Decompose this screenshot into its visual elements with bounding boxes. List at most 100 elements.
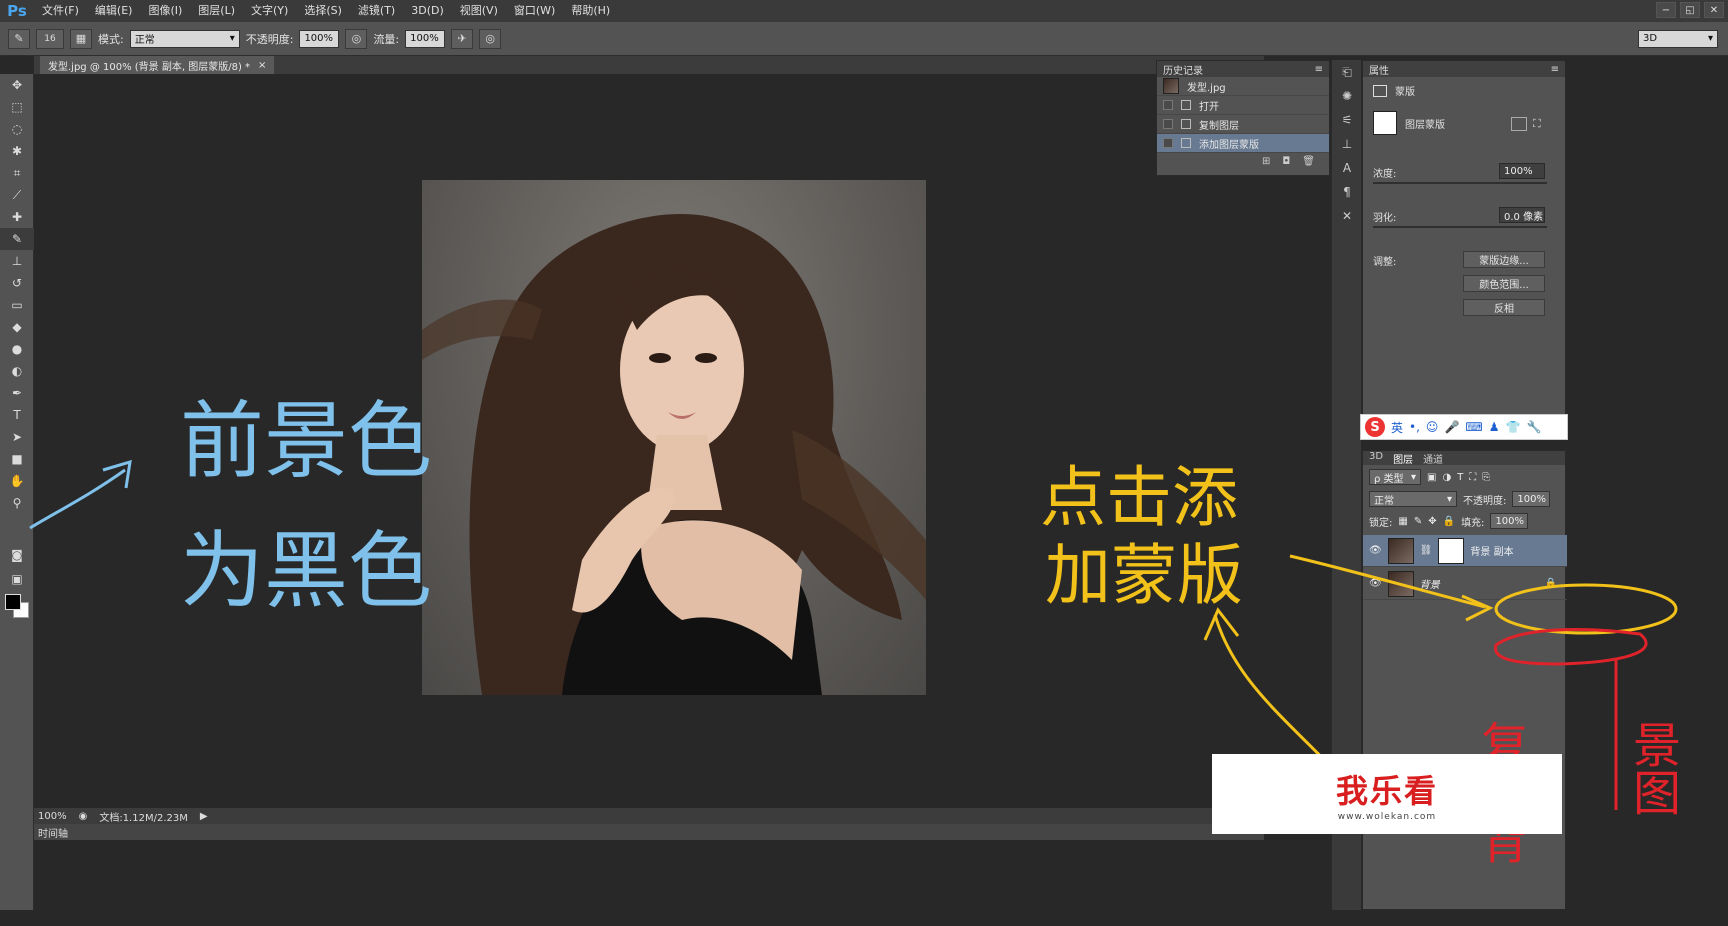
hand-tool-icon[interactable]: ✋ xyxy=(0,470,34,492)
menu-layer[interactable]: 图层(L) xyxy=(190,0,243,22)
menu-edit[interactable]: 编辑(E) xyxy=(87,0,141,22)
shape-tool-icon[interactable]: ■ xyxy=(0,448,34,470)
keyboard-icon[interactable]: ⌨ xyxy=(1465,420,1482,434)
invert-button[interactable]: 反相 xyxy=(1463,299,1545,316)
filter-adjust-icon[interactable]: ◑ xyxy=(1442,472,1451,483)
quick-select-tool-icon[interactable]: ✱ xyxy=(0,140,34,162)
brush-tool-preset-icon[interactable]: ✎ xyxy=(8,28,30,49)
document-tab[interactable]: 发型.jpg @ 100% (背景 副本, 图层蒙版/8) * × xyxy=(40,56,275,74)
blend-mode-select[interactable]: 正常 ▾ xyxy=(1369,491,1457,507)
dodge-tool-icon[interactable]: ◐ xyxy=(0,360,34,382)
close-window-button[interactable]: ✕ xyxy=(1704,2,1724,18)
type-tool-icon[interactable]: T xyxy=(0,404,34,426)
user-icon[interactable]: ♟ xyxy=(1489,420,1500,434)
crop-tool-icon[interactable]: ⌗ xyxy=(0,162,34,184)
airbrush-icon[interactable]: ✈ xyxy=(451,28,474,49)
foreground-color-swatch[interactable] xyxy=(5,594,21,610)
layer-name[interactable]: 背景 副本 xyxy=(1470,543,1513,558)
history-item[interactable]: 添加图层蒙版 xyxy=(1157,134,1329,153)
status-info-icon[interactable]: ◉ xyxy=(79,811,88,822)
eraser-tool-icon[interactable]: ▭ xyxy=(0,294,34,316)
visibility-eye-icon[interactable]: 👁 xyxy=(1369,545,1382,556)
pen-tool-icon[interactable]: ✒ xyxy=(0,382,34,404)
trash-icon[interactable]: 🗑 xyxy=(1302,156,1315,167)
restore-button[interactable]: ◱ xyxy=(1680,2,1700,18)
menu-window[interactable]: 窗口(W) xyxy=(506,0,563,22)
visibility-eye-icon[interactable]: 👁 xyxy=(1369,578,1382,589)
layer-opacity-input[interactable]: 100% xyxy=(1512,491,1551,507)
layer-filter-select[interactable]: ρ 类型 ▾ xyxy=(1369,469,1421,485)
brush-tool-icon[interactable]: ✎ xyxy=(0,228,34,250)
paragraph-icon[interactable]: ¶ xyxy=(1332,180,1362,204)
paint-bucket-tool-icon[interactable]: ◆ xyxy=(0,316,34,338)
mode-select[interactable]: 正常 ▾ xyxy=(129,29,240,48)
lock-transparent-icon[interactable]: ▦ xyxy=(1398,516,1407,527)
layer-row[interactable]: 👁 ⛓ 背景 副本 xyxy=(1363,535,1567,567)
density-slider[interactable] xyxy=(1373,182,1547,184)
density-input[interactable]: 100% xyxy=(1499,163,1545,179)
filter-type-icon[interactable]: T xyxy=(1457,472,1463,483)
menu-3d[interactable]: 3D(D) xyxy=(403,0,452,22)
opacity-pressure-icon[interactable]: ◎ xyxy=(345,28,368,49)
tab-layers[interactable]: 图层 xyxy=(1393,451,1413,466)
status-menu-arrow-icon[interactable]: ▶ xyxy=(200,811,208,822)
eyedropper-tool-icon[interactable]: ⟋ xyxy=(0,184,34,206)
new-document-from-state-icon[interactable]: ⊞ xyxy=(1262,156,1270,167)
settings-wrench-icon[interactable]: 🔧 xyxy=(1526,420,1541,434)
healing-tool-icon[interactable]: ✚ xyxy=(0,206,34,228)
microphone-icon[interactable]: 🎤 xyxy=(1444,420,1459,434)
workspace-select[interactable]: 3D ▾ xyxy=(1638,29,1718,48)
panel-menu-icon[interactable]: ≡ xyxy=(1315,64,1323,75)
pixel-mask-icon[interactable] xyxy=(1511,117,1527,131)
layer-mask-thumbnail[interactable] xyxy=(1438,537,1465,564)
lock-all-icon[interactable]: 🔒 xyxy=(1443,516,1455,527)
clone-source-icon[interactable]: ⊥ xyxy=(1332,132,1362,156)
stamp-tool-icon[interactable]: ⊥ xyxy=(0,250,34,272)
punctuation-icon[interactable]: •, xyxy=(1409,420,1420,434)
blur-tool-icon[interactable]: ● xyxy=(0,338,34,360)
vector-mask-icon[interactable]: ⛶ xyxy=(1533,117,1541,131)
ime-language[interactable]: 英 xyxy=(1391,419,1403,436)
character-icon[interactable]: A xyxy=(1332,156,1362,180)
lasso-tool-icon[interactable]: ◌ xyxy=(0,118,34,140)
flow-input[interactable]: 100% xyxy=(405,29,446,48)
lock-pixels-icon[interactable]: ✎ xyxy=(1414,516,1422,527)
history-panel-icon[interactable]: ⎗ xyxy=(1332,60,1362,84)
brush-size-picker[interactable]: 16 xyxy=(36,28,64,49)
quick-mask-icon[interactable]: ◙ xyxy=(0,544,34,566)
filter-smart-icon[interactable]: ⎘ xyxy=(1482,472,1490,483)
minimize-button[interactable]: − xyxy=(1656,2,1676,18)
history-checkbox[interactable] xyxy=(1163,138,1173,148)
menu-file[interactable]: 文件(F) xyxy=(34,0,87,22)
path-select-tool-icon[interactable]: ➤ xyxy=(0,426,34,448)
adjustments-icon[interactable]: ⚟ xyxy=(1332,108,1362,132)
snapshot-camera-icon[interactable]: ◘ xyxy=(1282,156,1290,167)
panel-menu-icon[interactable]: ≡ xyxy=(1551,64,1559,75)
color-range-button[interactable]: 颜色范围... xyxy=(1463,275,1545,292)
marquee-tool-icon[interactable]: ⬚ xyxy=(0,96,34,118)
size-pressure-icon[interactable]: ◎ xyxy=(479,28,502,49)
menu-help[interactable]: 帮助(H) xyxy=(563,0,618,22)
timeline-panel-tab[interactable]: 时间轴 xyxy=(34,824,1264,840)
opacity-input[interactable]: 100% xyxy=(299,29,340,48)
feather-slider[interactable] xyxy=(1373,226,1547,228)
feather-input[interactable]: 0.0 像素 xyxy=(1499,207,1545,223)
close-tab-icon[interactable]: × xyxy=(258,60,266,71)
filter-pixel-icon[interactable]: ▣ xyxy=(1427,472,1436,483)
skin-icon[interactable]: 👕 xyxy=(1505,420,1520,434)
screen-mode-icon[interactable]: ▣ xyxy=(0,568,34,590)
menu-view[interactable]: 视图(V) xyxy=(452,0,506,22)
layer-row[interactable]: 👁 背景 🔒 xyxy=(1363,568,1567,600)
menu-type[interactable]: 文字(Y) xyxy=(243,0,296,22)
tools-preset-icon[interactable]: ✕ xyxy=(1332,204,1362,228)
layer-name[interactable]: 背景 xyxy=(1420,576,1440,591)
history-checkbox[interactable] xyxy=(1163,119,1173,129)
history-brush-tool-icon[interactable]: ↺ xyxy=(0,272,34,294)
brush-panel-icon[interactable]: ▦ xyxy=(70,28,92,49)
zoom-level[interactable]: 100% xyxy=(38,811,67,822)
zoom-tool-icon[interactable]: ⚲ xyxy=(0,492,34,514)
emoji-icon[interactable]: ☺ xyxy=(1426,420,1439,434)
tab-channels[interactable]: 通道 xyxy=(1423,451,1443,466)
move-tool-icon[interactable]: ✥ xyxy=(0,74,34,96)
history-item[interactable]: 复制图层 xyxy=(1157,115,1329,134)
